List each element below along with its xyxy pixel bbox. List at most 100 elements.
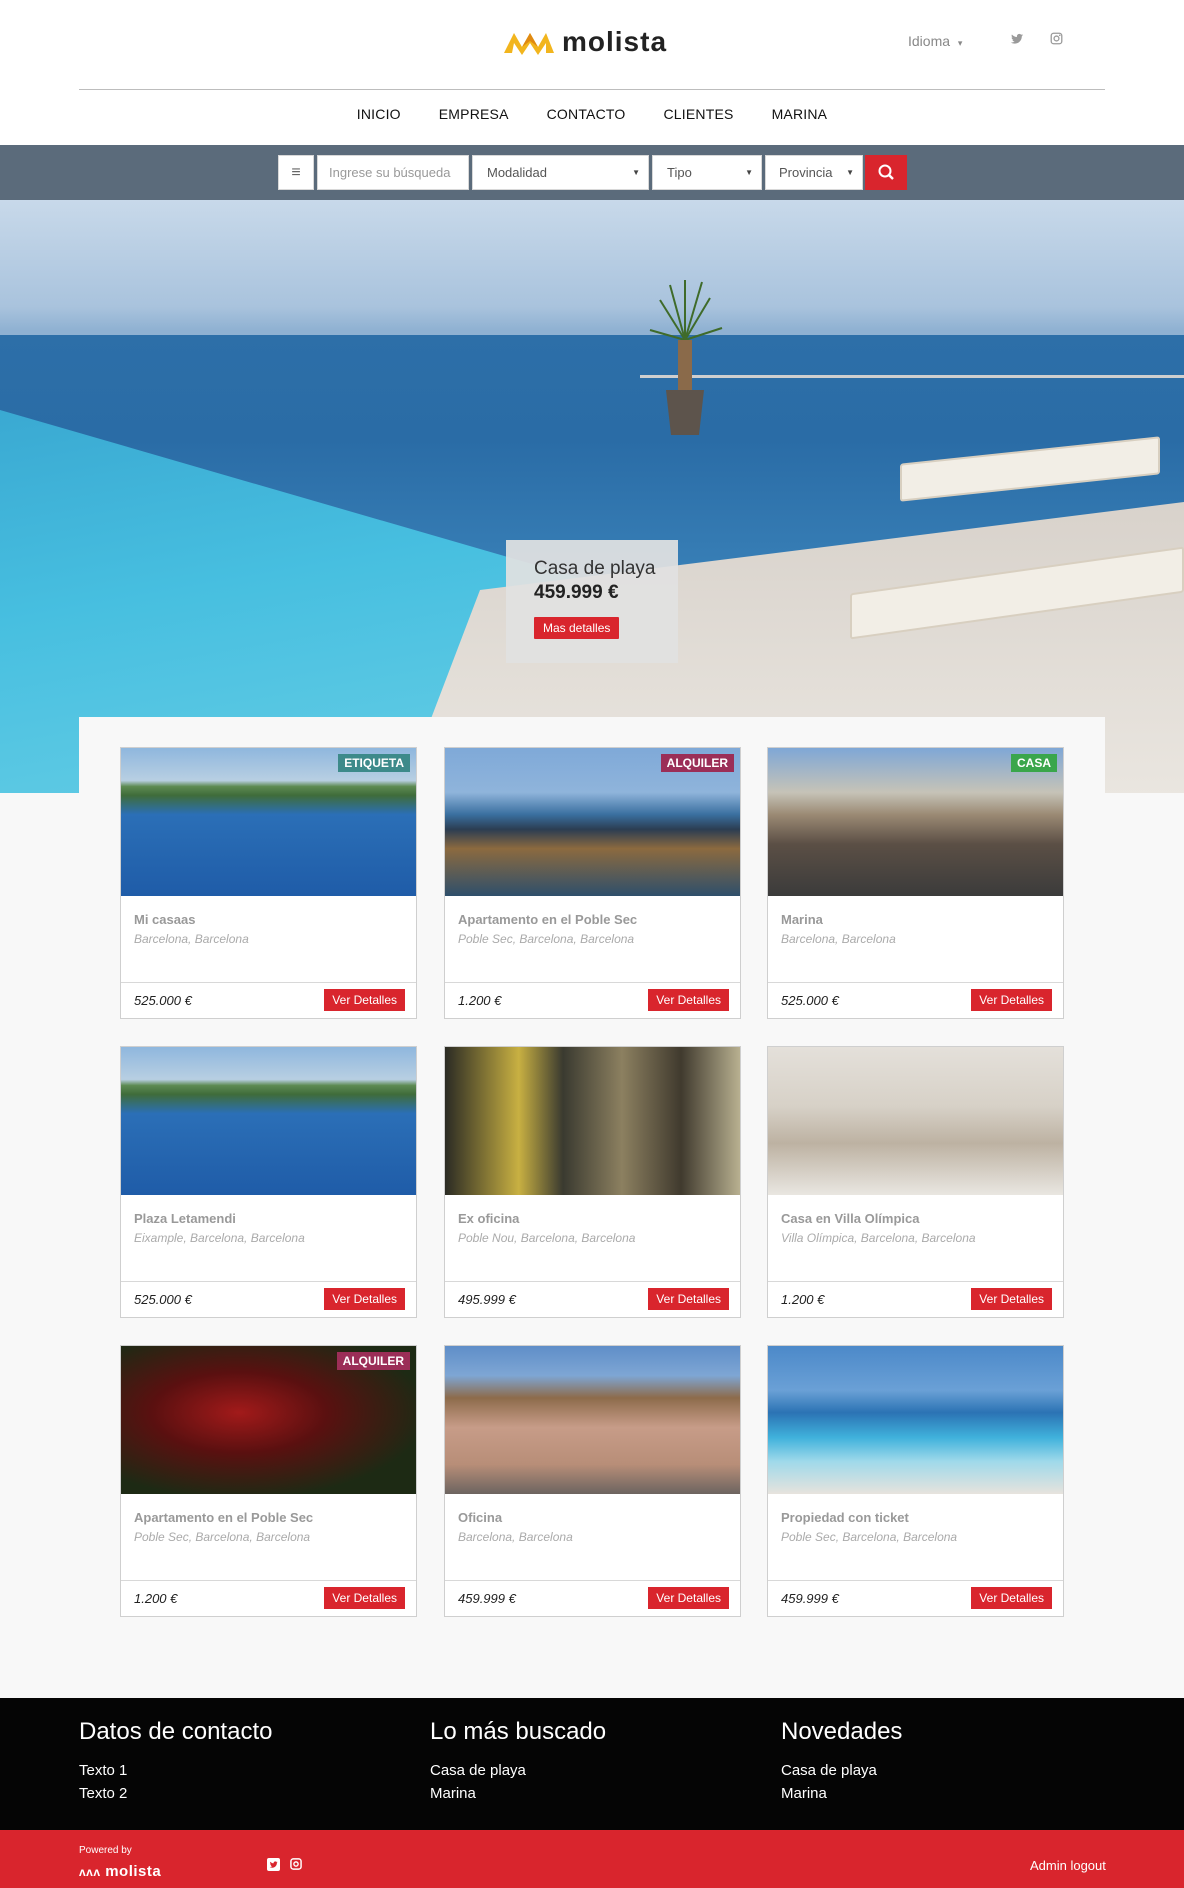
listing-title[interactable]: Propiedad con ticket [781, 1510, 909, 1525]
instagram-icon[interactable] [289, 1858, 302, 1871]
listing-tag: ALQUILER [660, 754, 734, 772]
language-selector[interactable]: Idioma ▾ [908, 33, 962, 49]
listing-title[interactable]: Apartamento en el Poble Sec [458, 912, 637, 927]
tipo-select[interactable]: Tipo ▼ [652, 155, 762, 190]
listing-card[interactable]: ALQUILER Apartamento en el Poble Sec Poble… [444, 747, 741, 1019]
site-footer: Datos de contacto Texto 1 Texto 2 Lo más… [0, 1698, 1184, 1830]
listing-photo[interactable] [445, 1346, 740, 1494]
nav-clientes[interactable]: CLIENTES [664, 106, 734, 130]
search-input[interactable] [317, 155, 469, 190]
provincia-select[interactable]: Provincia ▼ [765, 155, 863, 190]
listing-photo[interactable]: ALQUILER [445, 748, 740, 896]
listing-location: Eixample, Barcelona, Barcelona [134, 1231, 305, 1245]
language-label: Idioma [908, 33, 951, 49]
bottom-bar: Powered by ʌʌʌ molista Admin logout [0, 1830, 1184, 1888]
listing-card[interactable]: Ex oficina Poble Nou, Barcelona, Barcelon… [444, 1046, 741, 1318]
nav-contacto[interactable]: CONTACTO [547, 106, 626, 130]
listing-card[interactable]: Casa en Villa Olímpica Villa Olímpica, Ba… [767, 1046, 1064, 1318]
footer-link[interactable]: Texto 2 [79, 1782, 272, 1805]
modalidad-select[interactable]: Modalidad ▼ [472, 155, 649, 190]
listing-footer: 525.000 € Ver Detalles [768, 982, 1063, 1018]
footer-news: Novedades Casa de playa Marina [781, 1718, 902, 1805]
listing-photo[interactable] [445, 1047, 740, 1195]
listing-photo[interactable]: ETIQUETA [121, 748, 416, 896]
powered-by-label: Powered by [79, 1845, 132, 1856]
main-nav: INICIO EMPRESA CONTACTO CLIENTES MARINA [0, 106, 1184, 130]
footer-link[interactable]: Texto 1 [79, 1759, 272, 1782]
listing-photo[interactable]: CASA [768, 748, 1063, 896]
listing-card[interactable]: Propiedad con ticket Poble Sec, Barcelona… [767, 1345, 1064, 1617]
listing-footer: 459.999 € Ver Detalles [445, 1580, 740, 1616]
listing-location: Barcelona, Barcelona [134, 932, 249, 946]
tipo-label: Tipo [667, 165, 692, 180]
footer-popular: Lo más buscado Casa de playa Marina [430, 1718, 606, 1805]
footer-link[interactable]: Marina [430, 1782, 606, 1805]
search-button[interactable] [865, 155, 907, 190]
twitter-icon[interactable] [267, 1858, 280, 1871]
site-header: molista Idioma ▾ INICIO EMPRESA CONTACTO… [0, 0, 1184, 145]
listing-tag: ALQUILER [336, 1352, 410, 1370]
listing-title[interactable]: Marina [781, 912, 823, 927]
listing-title[interactable]: Casa en Villa Olímpica [781, 1211, 920, 1226]
footer-heading: Novedades [781, 1718, 903, 1745]
footer-link[interactable]: Casa de playa [430, 1759, 606, 1782]
listing-location: Poble Sec, Barcelona, Barcelona [781, 1530, 958, 1544]
listing-photo[interactable]: ALQUILER [121, 1346, 416, 1494]
listing-title[interactable]: Plaza Letamendi [134, 1211, 236, 1226]
hero-title: Casa de playa [534, 558, 656, 579]
listing-title[interactable]: Ex oficina [458, 1211, 519, 1226]
listing-footer: 495.999 € Ver Detalles [445, 1281, 740, 1317]
listing-tag: ETIQUETA [338, 754, 410, 772]
menu-icon[interactable]: ≡ [278, 155, 314, 190]
ver-detalles-button[interactable]: Ver Detalles [648, 1288, 729, 1310]
footer-heading: Lo más buscado [430, 1718, 607, 1745]
nav-marina[interactable]: MARINA [772, 106, 828, 130]
ver-detalles-button[interactable]: Ver Detalles [971, 989, 1052, 1011]
listing-photo[interactable] [121, 1047, 416, 1195]
site-logo[interactable]: molista [502, 26, 667, 58]
listing-price: 1.200 € [781, 1292, 825, 1307]
ver-detalles-button[interactable]: Ver Detalles [324, 1587, 405, 1609]
ver-detalles-button[interactable]: Ver Detalles [971, 1288, 1052, 1310]
ver-detalles-button[interactable]: Ver Detalles [971, 1587, 1052, 1609]
nav-inicio[interactable]: INICIO [357, 106, 401, 130]
listing-title[interactable]: Apartamento en el Poble Sec [134, 1510, 313, 1525]
listing-card[interactable]: ALQUILER Apartamento en el Poble Sec Poble… [120, 1345, 417, 1617]
ver-detalles-button[interactable]: Ver Detalles [324, 1288, 405, 1310]
listing-card[interactable]: ETIQUETA Mi casaas Barcelona, Barcelona 525… [120, 747, 417, 1019]
ver-detalles-button[interactable]: Ver Detalles [648, 1587, 729, 1609]
listing-card[interactable]: Oficina Barcelona, Barcelona 459.999 € Ver … [444, 1345, 741, 1617]
listing-footer: 1.200 € Ver Detalles [121, 1580, 416, 1616]
admin-logout-link[interactable]: Admin logout [1030, 1858, 1106, 1873]
nav-empresa[interactable]: EMPRESA [439, 106, 509, 130]
caret-down-icon: ▼ [745, 168, 753, 177]
listing-title[interactable]: Mi casaas [134, 912, 195, 927]
listing-price: 525.000 € [134, 1292, 192, 1307]
footer-link[interactable]: Marina [781, 1782, 902, 1805]
listing-price: 525.000 € [134, 993, 192, 1008]
powered-by-logo[interactable]: ʌʌʌ molista [79, 1863, 161, 1880]
caret-down-icon: ▼ [632, 168, 640, 177]
ver-detalles-button[interactable]: Ver Detalles [324, 989, 405, 1011]
twitter-icon[interactable] [1009, 32, 1025, 48]
listing-photo[interactable] [768, 1047, 1063, 1195]
listing-card[interactable]: CASA Marina Barcelona, Barcelona 525.000 € V… [767, 747, 1064, 1019]
search-icon [878, 164, 894, 180]
footer-link[interactable]: Casa de playa [781, 1759, 902, 1782]
instagram-icon[interactable] [1048, 32, 1064, 48]
hero-caption: Casa de playa 459.999 € Mas detalles [506, 540, 678, 663]
listing-location: Barcelona, Barcelona [781, 932, 896, 946]
listing-price: 459.999 € [458, 1591, 516, 1606]
listing-tag: CASA [1010, 754, 1057, 772]
listing-location: Poble Sec, Barcelona, Barcelona [134, 1530, 311, 1544]
ver-detalles-button[interactable]: Ver Detalles [648, 989, 729, 1011]
listing-photo[interactable] [768, 1346, 1063, 1494]
caret-down-icon: ▼ [846, 168, 854, 177]
footer-heading: Datos de contacto [79, 1718, 273, 1745]
listing-title[interactable]: Oficina [458, 1510, 502, 1525]
listing-location: Villa Olímpica, Barcelona, Barcelona [781, 1231, 976, 1245]
listing-price: 495.999 € [458, 1292, 516, 1307]
listing-card[interactable]: Plaza Letamendi Eixample, Barcelona, Barc… [120, 1046, 417, 1318]
powered-logo-text: molista [105, 1863, 162, 1880]
hero-details-button[interactable]: Mas detalles [534, 617, 620, 639]
